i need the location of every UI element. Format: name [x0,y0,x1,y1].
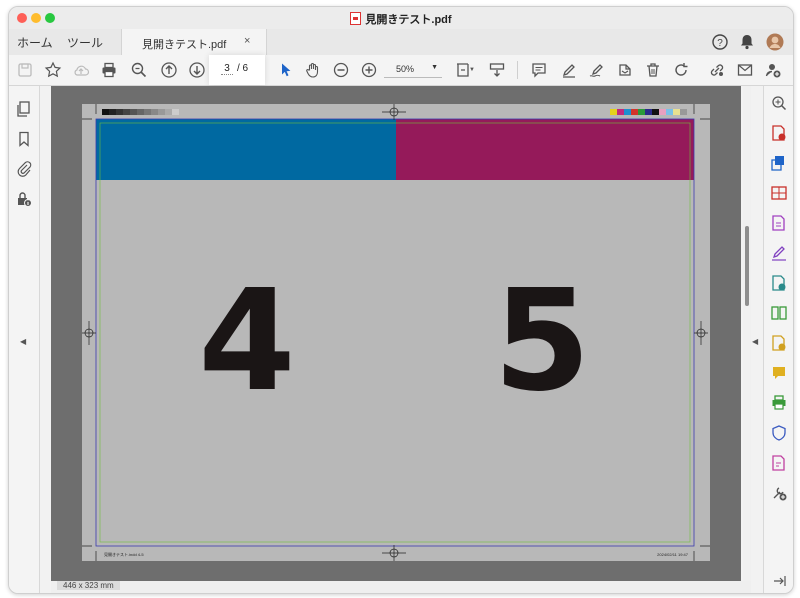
print-production-icon[interactable] [770,394,788,412]
sign-icon[interactable] [585,58,609,82]
page-up-icon[interactable] [157,58,181,82]
app-window: 見開きテスト.pdf ホーム ツール 見開きテスト.pdf × ? 3 / 6 … [8,6,794,594]
page-navigator: 3 / 6 [209,55,265,85]
mail-icon[interactable] [733,58,757,82]
avatar[interactable] [765,32,785,52]
document-canvas[interactable]: 4 5 見開きテスト.indd 4-5 2024/02/11 19:47 [51,86,741,581]
document-tab-label: 見開きテスト.pdf [142,39,227,51]
rotate-icon[interactable] [669,58,693,82]
cyan-band [96,119,396,180]
tab-home[interactable]: ホーム [17,34,53,51]
compare-files-icon[interactable] [770,304,788,322]
star-icon[interactable] [41,58,65,82]
vertical-scrollbar[interactable] [743,86,751,581]
scrollbar-thumb[interactable] [745,226,749,306]
page-number-input[interactable]: 3 [221,63,233,75]
create-pdf-icon[interactable] [770,154,788,172]
attachment-icon[interactable] [15,160,33,178]
scan-ocr-icon[interactable] [770,334,788,352]
scroll-mode-icon[interactable] [485,58,509,82]
zoom-select[interactable]: 50% ▼ [384,61,442,78]
title-bar: 見開きテスト.pdf [9,7,793,29]
hand-icon[interactable] [301,58,325,82]
edit-pdf-icon[interactable] [770,214,788,232]
comment-tool-icon[interactable] [770,364,788,382]
expand-right-panel-icon[interactable]: ◀ [752,337,758,346]
window-title: 見開きテスト.pdf [9,11,793,27]
add-user-icon[interactable] [761,58,785,82]
select-arrow-icon[interactable] [273,58,297,82]
send-for-signature-icon[interactable] [770,274,788,292]
svg-text:?: ? [717,38,723,49]
chevron-down-icon: ▼ [431,64,438,71]
spread-artwork: 4 5 見開きテスト.indd 4-5 2024/02/11 19:47 [82,104,710,561]
cloud-upload-icon[interactable] [69,58,93,82]
zoom-in-icon[interactable] [357,58,381,82]
right-page-number: 5 [493,260,590,423]
toolbar-divider [517,61,518,79]
window-title-text: 見開きテスト.pdf [365,14,452,26]
protect-icon[interactable] [770,424,788,442]
comment-icon[interactable] [527,58,551,82]
status-bar: 446 x 323 mm [51,581,751,593]
export-pdf-icon[interactable] [770,124,788,142]
page-down-icon[interactable] [185,58,209,82]
fill-sign-icon[interactable] [770,244,788,262]
fit-caret-icon[interactable]: ▼ [467,58,477,82]
right-tools-panel: ◀ [752,86,793,593]
organize-pages-icon[interactable] [770,184,788,202]
security-info-icon[interactable] [15,190,33,208]
pdf-spread: 4 5 見開きテスト.indd 4-5 2024/02/11 19:47 [82,104,710,561]
page-total: / 6 [237,63,249,74]
close-tab-button[interactable]: × [244,35,250,47]
more-tools-icon[interactable] [770,484,788,502]
page-dimensions: 446 x 323 mm [57,581,120,590]
toolbar: 3 / 6 50% ▼ ▼ [9,55,793,86]
zoom-out-icon[interactable] [329,58,353,82]
save-icon[interactable] [13,58,37,82]
tab-document[interactable]: 見開きテスト.pdf × [121,29,267,55]
search-zoom-icon[interactable] [127,58,151,82]
notification-bell-icon[interactable] [737,32,757,52]
pdf-file-icon [350,12,362,25]
prepare-form-icon[interactable] [770,454,788,472]
delete-icon[interactable] [641,58,665,82]
color-bar [610,109,687,115]
collapse-left-panel-icon[interactable]: ◀ [20,337,26,346]
collapse-right-panel-icon[interactable] [770,572,788,590]
print-icon[interactable] [97,58,121,82]
stamp-icon[interactable] [613,58,637,82]
link-icon[interactable] [705,58,729,82]
magenta-band [396,119,694,180]
slug-left: 見開きテスト.indd 4-5 [104,551,144,557]
left-page-number: 4 [198,260,295,423]
bookmark-icon[interactable] [15,130,33,148]
zoom-value: 50% [396,64,415,74]
tab-tools[interactable]: ツール [67,34,103,51]
slug-right: 2024/02/11 19:47 [657,552,689,557]
left-sidebar: ◀ [9,86,40,593]
tab-bar: ホーム ツール 見開きテスト.pdf × ? [9,29,793,56]
search-tool-icon[interactable] [770,94,788,112]
grayscale-bar [102,109,179,115]
page-thumbnails-icon[interactable] [15,100,33,118]
highlight-icon[interactable] [557,58,581,82]
help-icon[interactable]: ? [710,32,730,52]
